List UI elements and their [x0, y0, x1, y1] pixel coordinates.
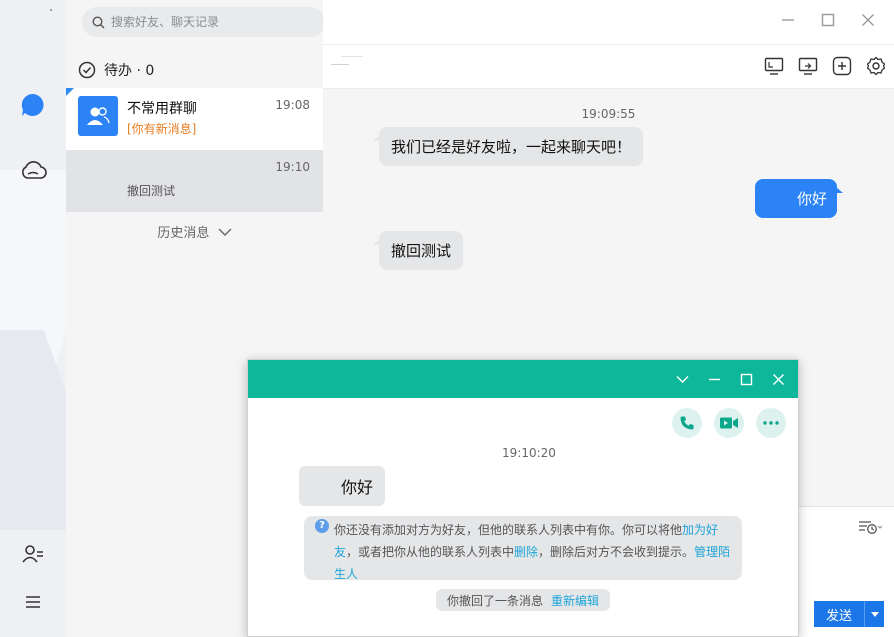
check-circle-icon	[78, 61, 96, 79]
search-box[interactable]	[82, 7, 325, 37]
more-options-button[interactable]	[756, 408, 786, 438]
chat-title-placeholder	[341, 56, 363, 57]
conversation-name: 不常用群聊	[127, 101, 197, 117]
window-controls	[780, 12, 876, 28]
conversation-preview: 撤回测试	[127, 184, 176, 198]
conversation-item-active[interactable]: 撤回测试 19:10	[66, 150, 323, 212]
chevron-down-icon[interactable]	[674, 371, 690, 387]
message-text: 你好	[340, 478, 373, 497]
more-dots-icon	[763, 421, 779, 425]
delete-link[interactable]: 删除	[514, 545, 538, 559]
divider	[323, 44, 894, 45]
chat-subtitle-placeholder	[331, 64, 349, 65]
send-options-icon[interactable]	[864, 601, 884, 627]
chat-toolbar	[764, 56, 886, 76]
video-camera-icon	[720, 417, 738, 429]
notice-text: ，删除后对方不会收到提示。	[538, 545, 695, 559]
notice-text: 你还没有添加对方为好友，但他的联系人列表中有你。你可以将他	[334, 523, 683, 537]
phone-call-button[interactable]	[672, 408, 702, 438]
conversation-preview: [你有新消息]	[127, 122, 197, 136]
remote-assist-icon[interactable]	[798, 56, 818, 76]
conversation-item[interactable]: 不常用群聊 [你有新消息] 19:08	[66, 88, 323, 150]
conversation-time: 19:08	[275, 98, 310, 112]
search-input[interactable]	[111, 15, 301, 29]
stranger-notice: ? 你还没有添加对方为好友，但他的联系人列表中有你。你可以将他加为好友，或者把你…	[304, 516, 742, 581]
app-window: 待办 · 0 不常用群聊 [你有新消息] 19:08 撤回测试 19:10 历史…	[0, 0, 894, 637]
close-icon[interactable]	[860, 12, 876, 28]
popup-window-controls	[674, 371, 786, 387]
conversation-time: 19:10	[275, 160, 310, 174]
popup-chat-window: 19:10:20 你好 ? 你还没有添加对方为好友，但他的联系人列表中有你。你可…	[247, 359, 799, 637]
re-edit-link[interactable]: 重新编辑	[551, 592, 599, 609]
video-call-button[interactable]	[714, 408, 744, 438]
search-icon	[92, 15, 105, 28]
popup-message-bubble[interactable]: 你好	[299, 466, 385, 506]
phone-icon	[680, 416, 694, 430]
todo-label: 待办 · 0	[104, 63, 155, 79]
settings-gear-icon[interactable]	[866, 56, 886, 76]
bubble-tail	[373, 135, 380, 141]
popup-message-timestamp: 19:10:20	[502, 446, 556, 460]
send-button[interactable]: 发送	[814, 601, 864, 627]
history-label: 历史消息	[157, 226, 210, 241]
message-text: 你好	[796, 190, 827, 208]
rail-dot	[50, 9, 52, 11]
group-avatar	[78, 96, 118, 136]
send-group: 发送	[814, 601, 884, 627]
maximize-icon[interactable]	[738, 371, 754, 387]
maximize-icon[interactable]	[820, 12, 836, 28]
close-icon[interactable]	[770, 371, 786, 387]
message-bubble-received[interactable]: 我们已经是好友啦，一起来聊天吧！	[373, 127, 644, 166]
message-history-icon[interactable]	[858, 519, 882, 535]
recall-notice: 你撤回了一条消息 重新编辑	[436, 589, 611, 611]
pin-corner	[66, 88, 74, 96]
group-icon	[87, 107, 110, 125]
contacts-icon[interactable]	[17, 538, 49, 570]
add-member-icon[interactable]	[832, 56, 852, 76]
cloud-icon[interactable]	[17, 154, 49, 186]
nav-rail	[0, 0, 66, 637]
chat-icon[interactable]	[17, 89, 49, 121]
screen-share-icon[interactable]	[764, 56, 784, 76]
bubble-tail	[836, 187, 843, 193]
popup-title-bar[interactable]	[248, 360, 798, 398]
menu-icon[interactable]	[17, 586, 49, 618]
message-text: 撤回测试	[391, 242, 452, 260]
minimize-icon[interactable]	[780, 12, 796, 28]
bubble-tail	[373, 239, 380, 245]
question-icon: ?	[315, 519, 329, 533]
message-bubble-received[interactable]: 撤回测试	[373, 231, 464, 270]
recall-text: 你撤回了一条消息	[447, 593, 544, 608]
history-messages-toggle[interactable]: 历史消息	[66, 222, 323, 241]
todo-entry[interactable]: 待办 · 0	[78, 60, 154, 80]
message-timestamp: 19:09:55	[581, 107, 636, 121]
chevron-down-icon	[218, 228, 232, 236]
message-text: 我们已经是好友啦，一起来聊天吧！	[391, 138, 632, 156]
minimize-icon[interactable]	[706, 371, 722, 387]
popup-actions	[672, 408, 786, 438]
notice-text: ，或者把你从他的联系人列表中	[346, 545, 515, 559]
message-bubble-sent[interactable]: 你好	[754, 179, 843, 218]
